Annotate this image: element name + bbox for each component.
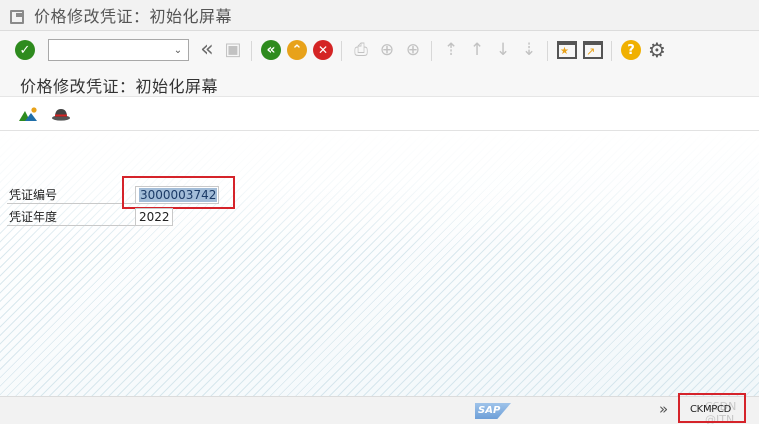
print-button[interactable]: ⎙: [349, 38, 373, 62]
previous-page-icon: ↑: [469, 39, 485, 60]
expand-command-button[interactable]: «: [195, 38, 219, 62]
content-area: [0, 131, 759, 396]
application-toolbar: [0, 98, 759, 131]
help-button[interactable]: ?: [619, 38, 643, 62]
find-button[interactable]: ⊕: [375, 38, 399, 62]
status-bar: [0, 396, 759, 424]
save-icon: ▣: [224, 39, 242, 60]
mountain-icon[interactable]: [19, 106, 39, 122]
new-session-icon: ★: [557, 41, 577, 59]
first-page-button[interactable]: ⇡: [439, 38, 463, 62]
new-session-button[interactable]: ★: [555, 38, 579, 62]
hat-icon[interactable]: [51, 107, 71, 121]
last-page-button[interactable]: ⇣: [517, 38, 541, 62]
highlight-box: [122, 176, 235, 209]
document-number-label: 凭证编号: [7, 186, 135, 204]
save-button[interactable]: ▣: [221, 38, 245, 62]
screen-title: 价格修改凭证：初始化屏幕: [20, 77, 219, 96]
enter-button[interactable]: ✓: [13, 38, 37, 62]
toolbar-separator: [547, 41, 548, 61]
cancel-icon: ✕: [313, 40, 333, 60]
chevron-down-icon[interactable]: ⌄: [170, 42, 186, 58]
highlight-box: [678, 393, 746, 423]
double-chevron-right-icon[interactable]: »: [659, 402, 668, 417]
find-next-icon: ⊕: [405, 39, 421, 60]
checkmark-icon: ✓: [15, 40, 35, 60]
toolbar-separator: [251, 41, 252, 61]
toolbar-separator: [341, 41, 342, 61]
back-icon: «: [261, 40, 281, 60]
screen-title-bar: 价格修改凭证：初始化屏幕: [0, 69, 759, 97]
fiscal-year-label: 凭证年度: [7, 208, 135, 226]
shortcut-icon: ↗: [583, 41, 603, 59]
shortcut-button[interactable]: ↗: [581, 38, 605, 62]
gear-icon: ⚙: [648, 38, 666, 62]
next-page-icon: ↓: [495, 39, 511, 60]
double-chevron-left-icon: «: [200, 37, 214, 62]
previous-page-button[interactable]: ↑: [465, 38, 489, 62]
menu-icon[interactable]: [10, 9, 24, 24]
print-icon: ⎙: [354, 39, 368, 60]
toolbar-separator: [611, 41, 612, 61]
last-page-icon: ⇣: [521, 39, 537, 60]
help-icon: ?: [621, 40, 641, 60]
title-bar: 价格修改凭证：初始化屏幕: [0, 0, 759, 31]
exit-button[interactable]: ⌃: [285, 38, 309, 62]
back-button[interactable]: «: [259, 38, 283, 62]
first-page-icon: ⇡: [443, 39, 459, 60]
find-icon: ⊕: [379, 39, 395, 60]
find-next-button[interactable]: ⊕: [401, 38, 425, 62]
window-title: 价格修改凭证：初始化屏幕: [34, 7, 233, 26]
cancel-button[interactable]: ✕: [311, 38, 335, 62]
next-page-button[interactable]: ↓: [491, 38, 515, 62]
toolbar-separator: [431, 41, 432, 61]
fiscal-year-row: 凭证年度 2022: [7, 208, 177, 226]
command-field[interactable]: ⌄: [48, 39, 189, 61]
fiscal-year-input[interactable]: 2022: [135, 208, 173, 226]
exit-icon: ⌃: [287, 40, 307, 60]
settings-button[interactable]: ⚙: [645, 38, 669, 62]
command-input[interactable]: [49, 40, 167, 60]
